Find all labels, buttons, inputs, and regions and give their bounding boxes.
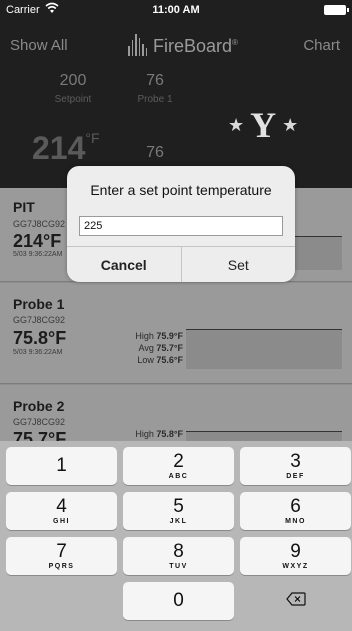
probe-graph [186,431,342,441]
chart-button[interactable]: Chart [303,37,340,54]
probe-low: Low 75.6°F [137,355,183,365]
probe-timestamp: 5/03 9:36:22AM [13,251,63,258]
probe1-header-value: 76 [146,72,164,89]
probe-temperature: 75.7°F [13,429,67,441]
key-3[interactable]: 3 DEF [240,447,351,485]
numeric-keypad: 1 2 ABC 3 DEF 4 GHI 5 JKL 6 MNO 7 PQRS 8 TUV 9W… [0,441,352,631]
key-4[interactable]: 4 GHI [6,492,117,530]
probe-id: GG7J8CG92 [13,219,66,229]
probe-high: High 75.9°F [135,331,183,341]
delete-backspace-icon [285,591,306,611]
key-7[interactable]: 7 PQRS [6,537,117,575]
cancel-button[interactable]: Cancel [67,247,181,282]
key-8[interactable]: 8 TUV [123,537,234,575]
pit-big-temperature: 214°F [32,130,100,166]
probe-avg: Avg 75.7°F [138,343,184,353]
battery-icon [324,5,349,15]
show-all-button[interactable]: Show All [10,37,68,54]
probe-id: GG7J8CG92 [13,417,66,427]
setpoint-label: Setpoint [54,94,92,105]
setpoint-input[interactable] [79,216,283,236]
brand-name: FireBoard® [153,36,238,56]
nav-bar: Show All FireBoard® Chart [0,20,352,64]
probe-temperature: 214°F [13,231,62,251]
key-6[interactable]: 6 MNO [240,492,351,530]
probe-id: GG7J8CG92 [13,315,66,325]
probe-card-1[interactable]: Probe 1 GG7J8CG92 75.8°F 5/03 9:36:22AM … [0,283,352,384]
logo-letter: Y [250,105,277,145]
key-1[interactable]: 1 [6,447,117,485]
probe-name: Probe 1 [13,296,65,312]
set-button[interactable]: Set [180,247,296,282]
probe-high: High 75.8°F [135,429,183,439]
keypad-empty-slot [6,582,117,620]
probe2-header-value: 76 [146,144,164,161]
probe-timestamp: 5/03 9:36:22AM [13,349,63,356]
status-bar: Carrier 11:00 AM [0,0,352,20]
probe-name: PIT [13,199,35,215]
probe-name: Probe 2 [13,398,65,414]
probe1-header-label: Probe 1 [137,94,173,105]
star-icon: ★ [228,114,245,135]
dialog-title: Enter a set point temperature [90,182,272,198]
status-time: 11:00 AM [152,4,200,16]
team-logo: ★ Y ★ [228,104,298,146]
fireboard-bars-icon [128,32,147,56]
key-2[interactable]: 2 ABC [123,447,234,485]
probe-graph [186,329,342,369]
setpoint-dialog: Enter a set point temperature Cancel Set [67,166,295,282]
backspace-key[interactable] [240,582,351,620]
fireboard-logo: FireBoard® [128,30,238,56]
dialog-buttons: Cancel Set [67,246,295,282]
probe-temperature: 75.8°F [13,328,67,348]
star-icon: ★ [282,114,299,135]
key-5[interactable]: 5 JKL [123,492,234,530]
setpoint-value[interactable]: 200 [38,72,108,90]
key-9[interactable]: 9 WXYZ [240,537,351,575]
probe-card-2[interactable]: Probe 2 GG7J8CG92 75.7°F High 75.8°F [0,385,352,441]
key-0[interactable]: 0 [123,582,234,620]
